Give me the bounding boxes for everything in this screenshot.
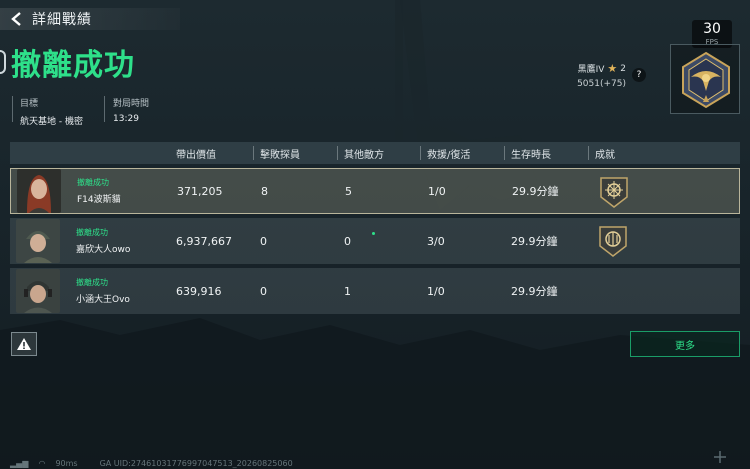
other-enemies: 5 xyxy=(345,184,352,198)
survival-time: 29.9分鐘 xyxy=(512,185,559,198)
extracted-value: 6,937,667 xyxy=(176,234,232,248)
status-footer: ▂▄▆ ◠ 90ms GA UID:27461031776997047513_2… xyxy=(10,459,293,468)
header-achievements: 成就 xyxy=(595,149,615,161)
extraction-status: 撤離成功 xyxy=(77,178,109,187)
signal-icon: ▂▄▆ xyxy=(10,459,29,468)
player-stats-table: 帶出價值 擊敗探員 其他敵方 救援/復活 生存時長 成就 撤離成功 F14波斯貓 xyxy=(10,142,740,314)
rank-info: 黑鷹IV ★ 2 5051(+75) xyxy=(560,62,626,89)
achievement-medal-icon[interactable] xyxy=(597,175,631,209)
divider xyxy=(420,146,421,160)
fps-value: 30 xyxy=(703,21,721,37)
more-button[interactable]: 更多 xyxy=(630,331,740,357)
rank-badge[interactable] xyxy=(670,44,740,114)
extraction-status: 撤離成功 xyxy=(76,278,108,287)
divider xyxy=(504,146,505,160)
uid-text: GA UID:27461031776997047513_20260825060 xyxy=(99,459,293,468)
divider xyxy=(12,96,13,122)
header-extracted-value: 帶出價值 xyxy=(176,149,216,161)
other-enemies: 0 xyxy=(344,234,351,248)
avatar xyxy=(16,219,60,263)
result-marker-icon xyxy=(0,50,6,74)
back-arrow-icon[interactable] xyxy=(6,8,28,30)
crosshair-icon xyxy=(714,451,726,463)
divider xyxy=(253,146,254,160)
page-title: 詳細戰績 xyxy=(32,12,92,28)
divider xyxy=(104,96,105,122)
player-name: 小涵大王Ovo xyxy=(76,295,130,305)
time-label: 對局時間 xyxy=(113,99,150,109)
player-name: F14波斯貓 xyxy=(77,195,121,205)
ping-value: 90ms xyxy=(55,459,78,468)
wifi-icon: ◠ xyxy=(38,459,46,468)
result-banner: 撤離成功 xyxy=(0,40,135,84)
table-row[interactable]: 撤離成功 嘉欣大人owo 6,937,667 0 0 3/0 29.9分鐘 xyxy=(10,218,740,264)
avatar xyxy=(17,169,61,213)
header-bar: 詳細戰績 xyxy=(0,8,180,30)
divider xyxy=(337,146,338,160)
extraction-result-title: 撤離成功 xyxy=(11,48,135,83)
star-icon: ★ xyxy=(607,62,618,75)
other-enemies: 1 xyxy=(344,284,351,298)
survival-time: 29.9分鐘 xyxy=(511,285,558,298)
table-row[interactable]: 撤離成功 小涵大王Ovo 639,916 0 1 1/0 29.9分鐘 xyxy=(10,268,740,314)
survival-time: 29.9分鐘 xyxy=(511,235,558,248)
table-row[interactable]: 撤離成功 F14波斯貓 371,205 8 5 1/0 29.9分鐘 xyxy=(10,168,740,214)
rescue-revive: 1/0 xyxy=(427,284,445,298)
rank-score: 5051(+75) xyxy=(577,79,626,89)
operators-defeated: 0 xyxy=(260,234,267,248)
header-operators-defeated: 擊敗探員 xyxy=(260,149,300,161)
indicator-dot xyxy=(372,232,375,235)
warning-icon xyxy=(17,338,31,350)
header-rescue-revive: 救援/復活 xyxy=(427,149,471,161)
extracted-value: 639,916 xyxy=(176,284,222,298)
extracted-value: 371,205 xyxy=(177,184,223,198)
rescue-revive: 3/0 xyxy=(427,234,445,248)
eagle-emblem-icon xyxy=(682,51,730,109)
rank-name: 黑鷹IV xyxy=(577,65,605,75)
operators-defeated: 0 xyxy=(260,284,267,298)
match-map-info: 目標 航天基地 - 機密 xyxy=(20,96,83,127)
header-other-enemies: 其他敵方 xyxy=(344,149,384,161)
report-warning-button[interactable] xyxy=(11,332,37,356)
help-icon[interactable]: ? xyxy=(632,68,646,82)
rescue-revive: 1/0 xyxy=(428,184,446,198)
map-label: 目標 xyxy=(20,99,39,109)
operators-defeated: 8 xyxy=(261,184,268,198)
player-name: 嘉欣大人owo xyxy=(76,245,131,255)
header-survival-time: 生存時長 xyxy=(511,149,551,161)
table-header: 帶出價值 擊敗探員 其他敵方 救援/復活 生存時長 成就 xyxy=(10,142,740,164)
divider xyxy=(588,146,589,160)
extraction-status: 撤離成功 xyxy=(76,228,108,237)
match-time-info: 對局時間 13:29 xyxy=(113,96,149,124)
time-value: 13:29 xyxy=(113,114,139,124)
achievement-medal-icon[interactable] xyxy=(596,224,630,258)
avatar xyxy=(16,269,60,313)
map-value: 航天基地 - 機密 xyxy=(20,117,83,127)
rank-stars: 2 xyxy=(620,63,626,74)
